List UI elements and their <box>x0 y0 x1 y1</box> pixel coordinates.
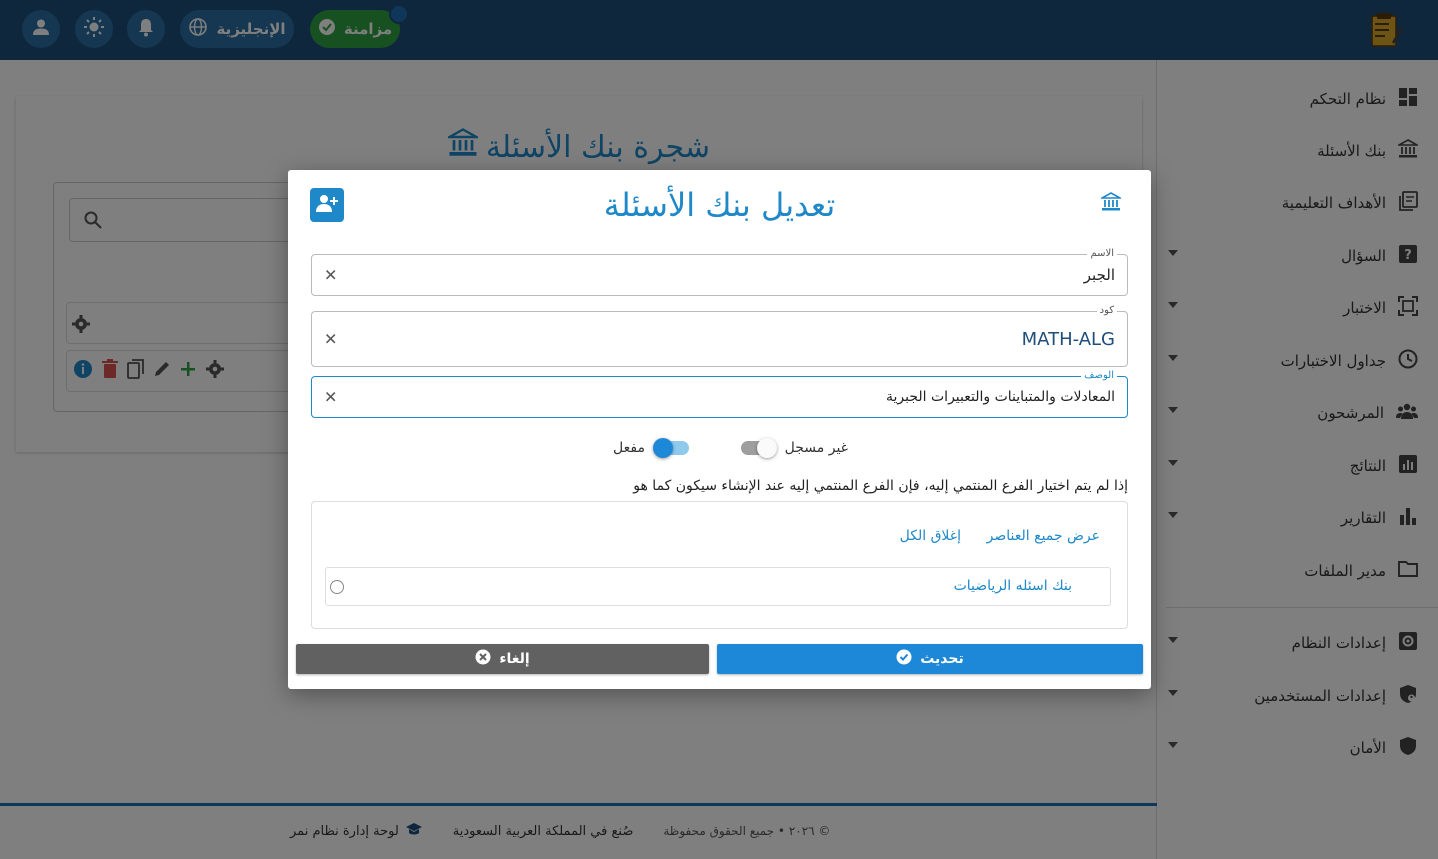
tree-node-radio[interactable] <box>330 580 344 594</box>
cancel-button[interactable]: إلغاء <box>296 644 709 674</box>
check-circle-icon <box>896 649 912 669</box>
parent-branch-hint: إذا لم يتم اختيار الفرع المنتمي إليه، فإ… <box>633 478 1128 494</box>
registered-toggle-label: غير مسجل <box>784 440 848 456</box>
update-button-label: تحديث <box>920 651 964 667</box>
code-input[interactable] <box>355 312 1115 366</box>
clear-name-icon[interactable]: ✕ <box>324 266 337 285</box>
registered-toggle[interactable]: غير مسجل <box>740 438 848 458</box>
cancel-button-label: إلغاء <box>499 651 530 667</box>
parent-tree-panel: عرض جميع العناصر إغلاق الكل بنك اسئله ال… <box>311 501 1128 629</box>
edit-question-bank-dialog: تعديل بنك الأسئلة الاسم ✕ كود ✕ الوصف ✕ … <box>288 170 1151 689</box>
registered-toggle-switch[interactable] <box>740 438 777 458</box>
expand-all-link[interactable]: عرض جميع العناصر <box>987 528 1100 544</box>
toggle-knob <box>652 438 673 458</box>
tree-node-label: بنك اسئله الرياضيات <box>953 578 1072 594</box>
toggle-knob <box>756 438 777 458</box>
active-toggle[interactable]: مفعل <box>613 438 689 458</box>
code-field: كود ✕ <box>311 304 1128 367</box>
close-circle-icon <box>475 649 491 669</box>
dialog-title: تعديل بنك الأسئلة <box>603 186 836 224</box>
active-toggle-switch[interactable] <box>652 438 689 458</box>
toggles-row: غير مسجل مفعل <box>608 438 848 462</box>
clear-code-icon[interactable]: ✕ <box>324 330 337 349</box>
tree-node-math-bank[interactable]: بنك اسئله الرياضيات <box>325 567 1111 606</box>
active-toggle-label: مفعل <box>613 440 645 456</box>
collapse-all-link[interactable]: إغلاق الكل <box>900 528 961 544</box>
update-button[interactable]: تحديث <box>717 644 1143 674</box>
name-field: الاسم ✕ <box>311 247 1128 296</box>
description-input[interactable] <box>355 377 1115 417</box>
description-field: الوصف ✕ <box>311 369 1128 418</box>
bank-icon <box>1098 192 1124 216</box>
clear-description-icon[interactable]: ✕ <box>324 388 337 407</box>
name-input[interactable] <box>355 255 1115 295</box>
